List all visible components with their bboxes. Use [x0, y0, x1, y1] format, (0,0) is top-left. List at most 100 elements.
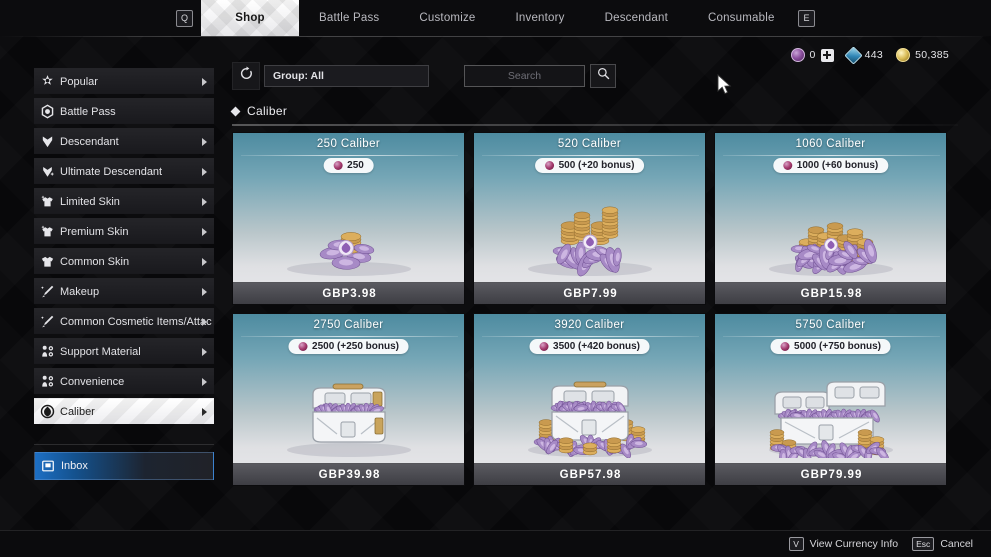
sidebar-item-label: Popular — [60, 75, 98, 88]
sidebar-item-descendant[interactable]: Descendant — [34, 128, 214, 154]
product-price[interactable]: GBP15.98 — [715, 282, 946, 304]
sidebar-item-support-material[interactable]: Support Material — [34, 338, 214, 364]
currency-value: 443 — [864, 49, 884, 61]
search-button[interactable] — [590, 64, 616, 88]
sidebar-divider — [34, 444, 214, 445]
product-price[interactable]: GBP79.99 — [715, 463, 946, 485]
sidebar-item-label: Makeup — [60, 285, 100, 298]
hexagon-icon — [34, 104, 60, 119]
chevron-right-icon — [202, 287, 207, 296]
tab-label: Consumable — [707, 12, 775, 24]
sidebar-item-caliber[interactable]: Caliber — [34, 398, 214, 424]
tab-customize[interactable]: Customize — [399, 0, 495, 36]
sidebar-item-common-skin[interactable]: Common Skin — [34, 248, 214, 274]
product-artwork — [715, 179, 946, 277]
chevron-right-icon — [202, 407, 207, 416]
product-title: 250 Caliber — [316, 138, 381, 150]
caliber-coin-icon — [780, 342, 790, 351]
tab-label: Battle Pass — [319, 12, 380, 24]
bottom-hint-bar: V View Currency Info Esc Cancel — [0, 530, 991, 557]
inbox-icon — [35, 459, 61, 473]
product-card[interactable]: 3920 Caliber 3500 (+420 bonus) GBP57.98 — [473, 313, 706, 486]
product-card[interactable]: 5750 Caliber 5000 (+750 bonus) GBP79.99 — [714, 313, 947, 486]
product-card[interactable]: 250 Caliber 250 GBP3.98 — [232, 132, 465, 305]
sidebar-item-label: Limited Skin — [60, 195, 120, 208]
currency-bar: 0 443 50,385 — [790, 45, 949, 65]
product-title-divider — [723, 155, 940, 156]
product-price[interactable]: GBP57.98 — [474, 463, 705, 485]
tab-inventory[interactable]: Inventory — [496, 0, 585, 36]
product-amount-badge: 5000 (+750 bonus) — [770, 339, 891, 354]
hint-cancel[interactable]: Esc Cancel — [912, 537, 973, 551]
product-artwork — [474, 360, 705, 459]
key-hint: V — [788, 537, 804, 551]
product-amount-badge: 500 (+20 bonus) — [534, 158, 645, 173]
sidebar-item-inbox[interactable]: Inbox — [34, 452, 214, 480]
sidebar-item-battle-pass[interactable]: Battle Pass — [34, 98, 214, 124]
currency-caliber: 0 — [790, 48, 834, 62]
sidebar-item-convenience[interactable]: Convenience — [34, 368, 214, 394]
topbar-divider — [0, 36, 991, 37]
currency-value: 50,385 — [915, 49, 949, 61]
product-title: 520 Caliber — [557, 138, 622, 150]
caliber-coin-icon — [539, 342, 549, 351]
shirt-icon — [34, 254, 60, 269]
product-amount: 3500 (+420 bonus) — [553, 341, 640, 352]
product-card[interactable]: 1060 Caliber 1000 (+60 bonus) GBP15.98 — [714, 132, 947, 305]
shop-screen: Q E Shop Battle Pass Customize Inventory Des… — [0, 0, 991, 557]
product-amount: 1000 (+60 bonus) — [796, 160, 879, 171]
product-price[interactable]: GBP7.99 — [474, 282, 705, 304]
product-card[interactable]: 2750 Caliber 2500 (+250 bonus) GBP39.98 — [232, 313, 465, 486]
hint-view-currency-info[interactable]: V View Currency Info — [788, 537, 898, 551]
product-artwork — [474, 179, 705, 277]
sidebar-item-limited-skin[interactable]: Limited Skin — [34, 188, 214, 214]
chevron-right-icon — [202, 317, 207, 326]
tab-battle-pass[interactable]: Battle Pass — [299, 0, 399, 36]
prev-tab-key-hint[interactable]: Q — [176, 10, 193, 27]
product-title: 3920 Caliber — [554, 319, 625, 331]
tab-descendant[interactable]: Descendant — [585, 0, 688, 36]
next-tab-key-hint[interactable]: E — [798, 10, 815, 27]
nav-tab-list: Shop Battle Pass Customize Inventory Descend… — [201, 0, 795, 36]
sidebar-item-ultimate-descendant[interactable]: Ultimate Descendant — [34, 158, 214, 184]
refresh-button[interactable] — [232, 62, 260, 90]
tab-consumable[interactable]: Consumable — [688, 0, 795, 36]
product-card[interactable]: 520 Caliber 500 (+20 bonus) GBP7.99 — [473, 132, 706, 305]
category-sidebar: Popular Battle Pass Descendant Ultimate Des… — [34, 68, 214, 484]
star-burst-icon — [34, 74, 60, 89]
tab-label: Shop — [235, 12, 265, 24]
product-grid: 250 Caliber 250 GBP3.98 520 Caliber 500 (+20… — [232, 132, 958, 486]
chevron-right-icon — [202, 167, 207, 176]
sidebar-item-common-cosmetic-items-attac[interactable]: Common Cosmetic Items/Attac — [34, 308, 214, 334]
caliber-coin-icon — [544, 161, 554, 170]
product-amount: 2500 (+250 bonus) — [312, 341, 399, 352]
product-artwork — [233, 360, 464, 458]
crest-sparkle-icon — [34, 164, 60, 179]
sidebar-item-label: Support Material — [60, 345, 141, 358]
product-amount-badge: 2500 (+250 bonus) — [288, 339, 409, 354]
product-amount-badge: 250 — [323, 158, 374, 173]
sidebar-item-label: Battle Pass — [60, 105, 116, 118]
brush-icon — [34, 314, 60, 329]
sidebar-item-popular[interactable]: Popular — [34, 68, 214, 94]
product-price[interactable]: GBP3.98 — [233, 282, 464, 304]
product-title-divider — [723, 336, 940, 337]
sidebar-item-makeup[interactable]: Makeup — [34, 278, 214, 304]
chevron-right-icon — [202, 257, 207, 266]
search-input[interactable] — [464, 65, 585, 87]
group-filter-select[interactable]: Group: All — [264, 65, 429, 87]
tab-shop[interactable]: Shop — [201, 0, 299, 36]
chevron-right-icon — [202, 137, 207, 146]
sidebar-item-premium-skin[interactable]: Premium Skin — [34, 218, 214, 244]
shop-toolbar: Group: All — [232, 62, 958, 90]
caliber-coin-icon — [782, 161, 792, 170]
product-price[interactable]: GBP39.98 — [233, 463, 464, 485]
add-currency-button[interactable] — [820, 48, 834, 62]
brush-icon — [34, 284, 60, 299]
crest-icon — [34, 134, 60, 149]
chevron-right-icon — [202, 377, 207, 386]
product-amount: 250 — [347, 160, 364, 171]
section-divider — [232, 124, 958, 126]
product-title: 5750 Caliber — [795, 319, 866, 331]
chevron-right-icon — [202, 347, 207, 356]
